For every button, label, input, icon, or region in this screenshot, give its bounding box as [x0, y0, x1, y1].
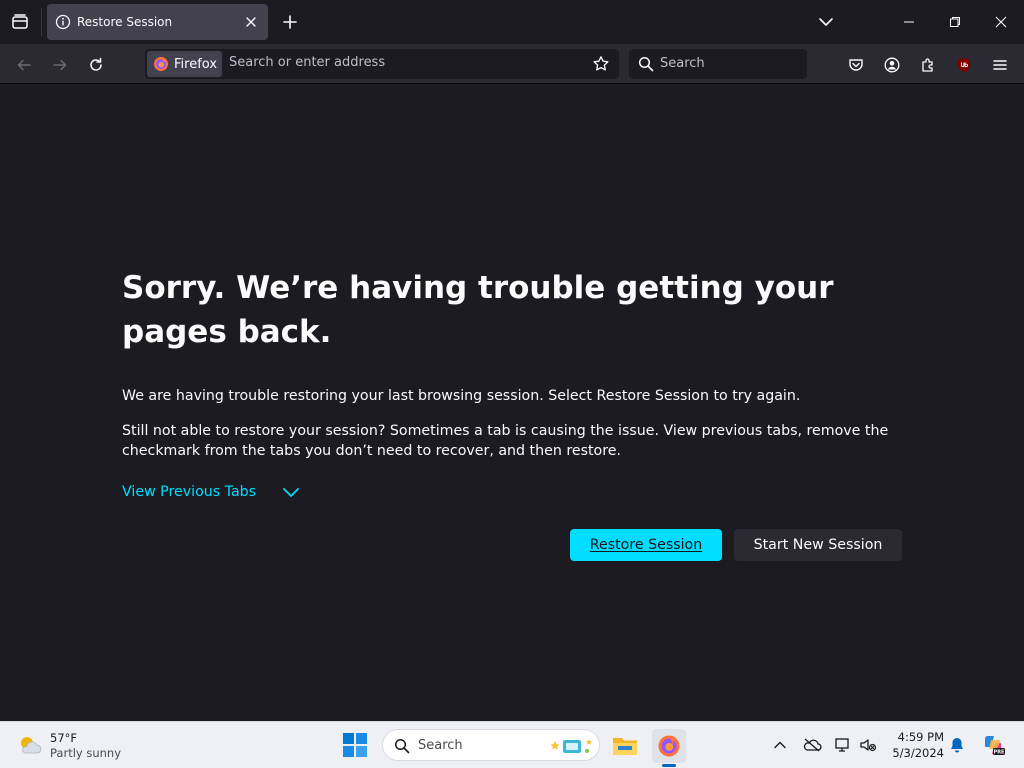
close-window-button[interactable]	[978, 0, 1024, 44]
search-icon	[394, 738, 410, 754]
star-icon[interactable]	[592, 55, 610, 73]
pocket-icon	[849, 59, 863, 71]
tab-title: Restore Session	[77, 15, 173, 29]
hamburger-menu-icon	[993, 60, 1007, 70]
taskbar-file-explorer[interactable]	[608, 729, 642, 763]
active-app-indicator	[662, 764, 676, 767]
error-description: We are having trouble restoring your las…	[122, 388, 801, 404]
minimize-icon	[904, 21, 914, 23]
minimize-button[interactable]	[886, 0, 932, 44]
list-all-tabs-button[interactable]	[814, 10, 838, 34]
plus-icon	[283, 15, 297, 29]
weather-temperature: 57°F	[50, 731, 77, 745]
file-explorer-icon	[613, 738, 637, 755]
start-new-session-button[interactable]: Start New Session	[734, 529, 902, 561]
weather-widget[interactable]: 57°F Partly sunny	[16, 728, 121, 764]
partly-sunny-icon	[21, 737, 42, 754]
notifications-button[interactable]	[946, 734, 968, 756]
back-button[interactable]	[10, 51, 38, 79]
address-input[interactable]	[229, 55, 569, 70]
info-icon	[55, 14, 71, 30]
navigation-toolbar: Firefox	[0, 44, 1024, 84]
view-previous-tabs-toggle[interactable]: View Previous Tabs	[122, 481, 300, 503]
extensions-button[interactable]	[914, 51, 942, 79]
volume-muted-icon	[860, 739, 877, 752]
app-menu-button[interactable]	[986, 51, 1014, 79]
network-icon	[835, 738, 849, 752]
chevron-down-icon	[819, 18, 833, 26]
onedrive-offline-icon	[803, 738, 822, 752]
reload-button[interactable]	[82, 51, 110, 79]
view-previous-tabs-label: View Previous Tabs	[122, 484, 257, 500]
reload-icon	[90, 57, 102, 71]
ublock-origin-button[interactable]	[950, 51, 978, 79]
copilot-icon: PRE	[984, 736, 1006, 756]
search-icon	[638, 56, 654, 72]
close-window-icon	[995, 16, 1007, 28]
url-bar[interactable]: Firefox	[145, 49, 619, 79]
account-icon	[884, 57, 900, 73]
new-tab-button[interactable]	[278, 10, 302, 34]
tab-separator	[41, 8, 42, 36]
firefox-view-icon	[12, 14, 28, 29]
volume-button[interactable]	[857, 734, 879, 756]
close-icon[interactable]	[243, 14, 259, 30]
system-clock[interactable]: 4:59 PM 5/3/2024	[884, 729, 944, 761]
search-highlight-icon	[551, 739, 592, 753]
show-hidden-icons-icon	[774, 741, 786, 749]
weather-text: 57°F Partly sunny	[50, 731, 121, 761]
restore-window-icon	[950, 17, 960, 27]
extensions-icon	[922, 58, 933, 72]
error-help-text: Still not able to restore your session? …	[122, 423, 889, 459]
search-bar[interactable]	[629, 49, 807, 79]
forward-button[interactable]	[46, 51, 74, 79]
firefox-icon	[658, 735, 680, 757]
taskbar-search-box[interactable]: Search	[382, 729, 600, 761]
svg-text:PRE: PRE	[994, 750, 1006, 756]
onedrive-button[interactable]	[801, 734, 823, 756]
identity-label: Firefox	[174, 56, 218, 72]
pocket-button[interactable]	[842, 51, 870, 79]
taskbar-search-label: Search	[418, 738, 463, 753]
clock-date: 5/3/2024	[892, 746, 944, 760]
restore-window-button[interactable]	[932, 0, 978, 44]
tab-restore-session[interactable]: Restore Session	[47, 4, 268, 40]
start-icon[interactable]	[342, 732, 368, 758]
forward-arrow-icon	[53, 59, 67, 71]
restore-session-button[interactable]: Restore Session	[570, 529, 722, 561]
back-arrow-icon	[17, 59, 31, 71]
clock-time: 4:59 PM	[897, 730, 944, 744]
page-title: Sorry. We’re having trouble getting your…	[122, 270, 834, 350]
tab-strip: Restore Session	[0, 0, 1024, 44]
identity-box[interactable]: Firefox	[147, 51, 222, 77]
weather-condition: Partly sunny	[50, 746, 122, 760]
page-content: Sorry. We’re having trouble getting your…	[0, 85, 1024, 721]
search-input[interactable]	[660, 56, 800, 71]
ublock-origin-icon	[958, 58, 970, 72]
chevron-down-icon	[283, 488, 299, 497]
taskbar-firefox[interactable]	[652, 729, 686, 763]
show-hidden-icons-button[interactable]	[769, 734, 791, 756]
network-button[interactable]	[832, 734, 854, 756]
firefox-logo-icon	[154, 57, 168, 71]
copilot-button[interactable]: PRE	[980, 732, 1006, 758]
firefox-view-button[interactable]	[8, 10, 32, 34]
account-button[interactable]	[878, 51, 906, 79]
windows-taskbar: 57°F Partly sunny Search 4:59 PM 5/3/202…	[0, 721, 1024, 768]
notification-bell-icon	[951, 738, 963, 753]
